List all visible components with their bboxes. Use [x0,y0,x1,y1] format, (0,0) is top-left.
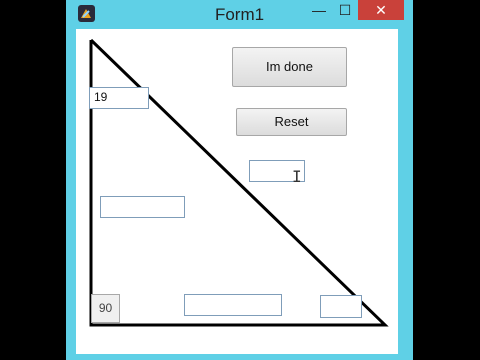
title-bar[interactable]: Form1 — ☐ ✕ [66,0,413,29]
form-window: Form1 — ☐ ✕ Im done Reset 19 90 I [66,0,413,360]
bottom-side-input[interactable] [184,294,282,316]
top-angle-input[interactable]: 19 [89,87,149,109]
left-side-input[interactable] [100,196,185,218]
form-client-area: Im done Reset 19 90 I [76,29,398,354]
right-angle-field: 90 [91,294,120,323]
minimize-button[interactable]: — [306,0,332,20]
im-done-button[interactable]: Im done [232,47,347,87]
reset-button[interactable]: Reset [236,108,347,136]
text-cursor-icon: I [292,167,302,186]
maximize-button[interactable]: ☐ [332,0,358,20]
bottom-right-angle-input[interactable] [320,295,362,318]
close-button[interactable]: ✕ [358,0,404,20]
